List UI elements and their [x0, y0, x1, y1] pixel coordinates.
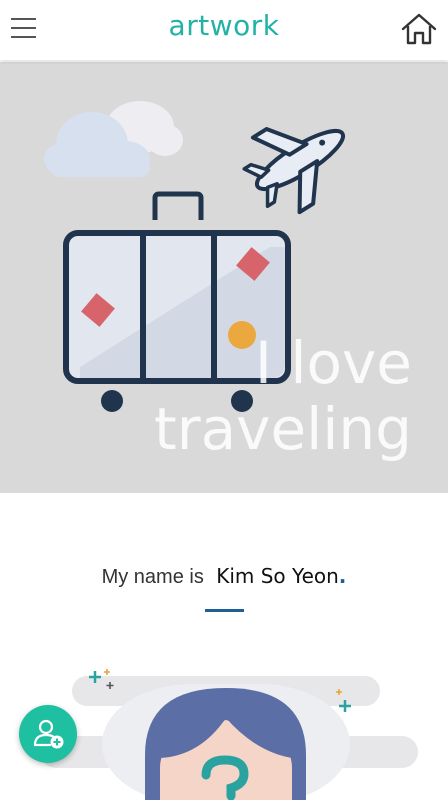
add-user-button[interactable]: [19, 705, 77, 763]
cloud-icon: [44, 101, 183, 177]
app-logo[interactable]: artwork: [0, 9, 448, 42]
profile-name-line: My name is Kim So Yeon.: [0, 564, 448, 589]
hero-headline-line2: traveling: [154, 395, 412, 463]
hero-banner: I love traveling: [0, 62, 448, 493]
home-button[interactable]: [400, 12, 438, 46]
avatar-illustration: [145, 688, 306, 801]
airplane-icon: [242, 127, 346, 215]
name-suffix: .: [338, 564, 347, 588]
home-icon: [401, 13, 437, 45]
hero-headline-line1: I love: [254, 329, 412, 397]
name-value: Kim So Yeon: [216, 564, 339, 588]
name-prefix: My name is: [101, 566, 204, 588]
add-user-icon: [33, 719, 64, 749]
hero-headline: I love traveling: [154, 330, 412, 462]
accent-divider: [205, 609, 244, 612]
app-header: artwork: [0, 0, 448, 60]
